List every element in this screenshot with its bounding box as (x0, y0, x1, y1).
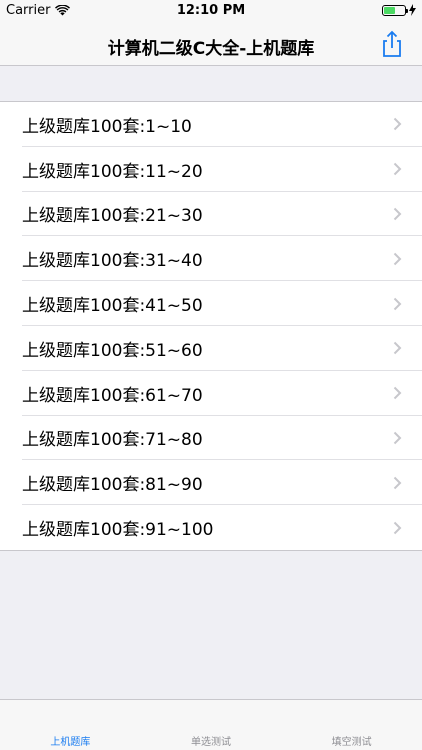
list-item-label: 上级题库100套:71~80 (22, 430, 203, 451)
list-item-label: 上级题库100套:81~90 (22, 475, 203, 496)
status-right (382, 4, 416, 16)
list-item[interactable]: 上级题库100套:11~20 (0, 147, 422, 192)
status-time: 12:10 PM (176, 3, 246, 18)
status-bar: Carrier 12:10 PM (0, 0, 422, 22)
list-item-label: 上级题库100套:1~10 (22, 116, 192, 137)
tab-single-choice-test[interactable]: 单选测试 (141, 700, 282, 750)
chevron-right-icon (393, 521, 402, 534)
chevron-right-icon (393, 386, 402, 400)
page-title: 计算机二级C大全-上机题库 (107, 39, 315, 59)
list-item-label: 上级题库100套:91~100 (22, 520, 214, 541)
chevron-right-icon (393, 207, 402, 221)
chevron-right-icon (393, 431, 402, 445)
question-bank-list: 上级题库100套:1~10 上级题库100套:11~20 上级题库100套:21~3… (0, 101, 422, 551)
list-item[interactable]: 上级题库100套:81~90 (0, 460, 422, 505)
chevron-right-icon (393, 118, 402, 131)
list-item[interactable]: 上级题库100套:21~30 (0, 192, 422, 237)
chevron-right-icon (393, 476, 402, 489)
list-item-label: 上级题库100套:51~60 (22, 340, 203, 361)
list-item[interactable]: 上级题库100套:31~40 (0, 236, 422, 281)
tab-question-bank[interactable]: 上机题库 (0, 700, 141, 750)
battery-tip (406, 8, 408, 13)
list-item[interactable]: 上级题库100套:61~70 (0, 371, 422, 416)
chevron-right-icon (393, 162, 402, 176)
tab-label: 单选测试 (191, 737, 231, 748)
list-item-label: 上级题库100套:21~30 (22, 206, 203, 227)
navigation-bar: 计算机二级C大全-上机题库 (0, 22, 422, 66)
list-item-label: 上级题库100套:61~70 (22, 385, 203, 406)
chevron-right-icon (393, 342, 402, 355)
list-item-label: 上级题库100套:31~40 (22, 251, 203, 272)
list-item[interactable]: 上级题库100套:91~100 (0, 505, 422, 550)
list-item-label: 上级题库100套:11~20 (22, 161, 203, 182)
chevron-right-icon (393, 252, 402, 265)
list-item-label: 上级题库100套:41~50 (22, 296, 203, 317)
tab-label: 上机题库 (50, 737, 91, 748)
tab-fill-blank-test[interactable]: 填空测试 (281, 700, 422, 750)
charging-icon (409, 4, 416, 16)
battery-level (384, 6, 395, 14)
list-item[interactable]: 上级题库100套:1~10 (0, 102, 422, 147)
share-icon[interactable] (378, 30, 406, 58)
chevron-right-icon (393, 297, 402, 310)
list-item[interactable]: 上级题库100套:51~60 (0, 326, 422, 371)
tab-label: 填空测试 (331, 737, 372, 748)
list-item[interactable]: 上级题库100套:41~50 (0, 281, 422, 326)
tab-bar: 上机题库 单选测试 填空测试 (0, 699, 422, 750)
battery-icon (382, 4, 408, 16)
list-item[interactable]: 上级题库100套:71~80 (0, 416, 422, 461)
